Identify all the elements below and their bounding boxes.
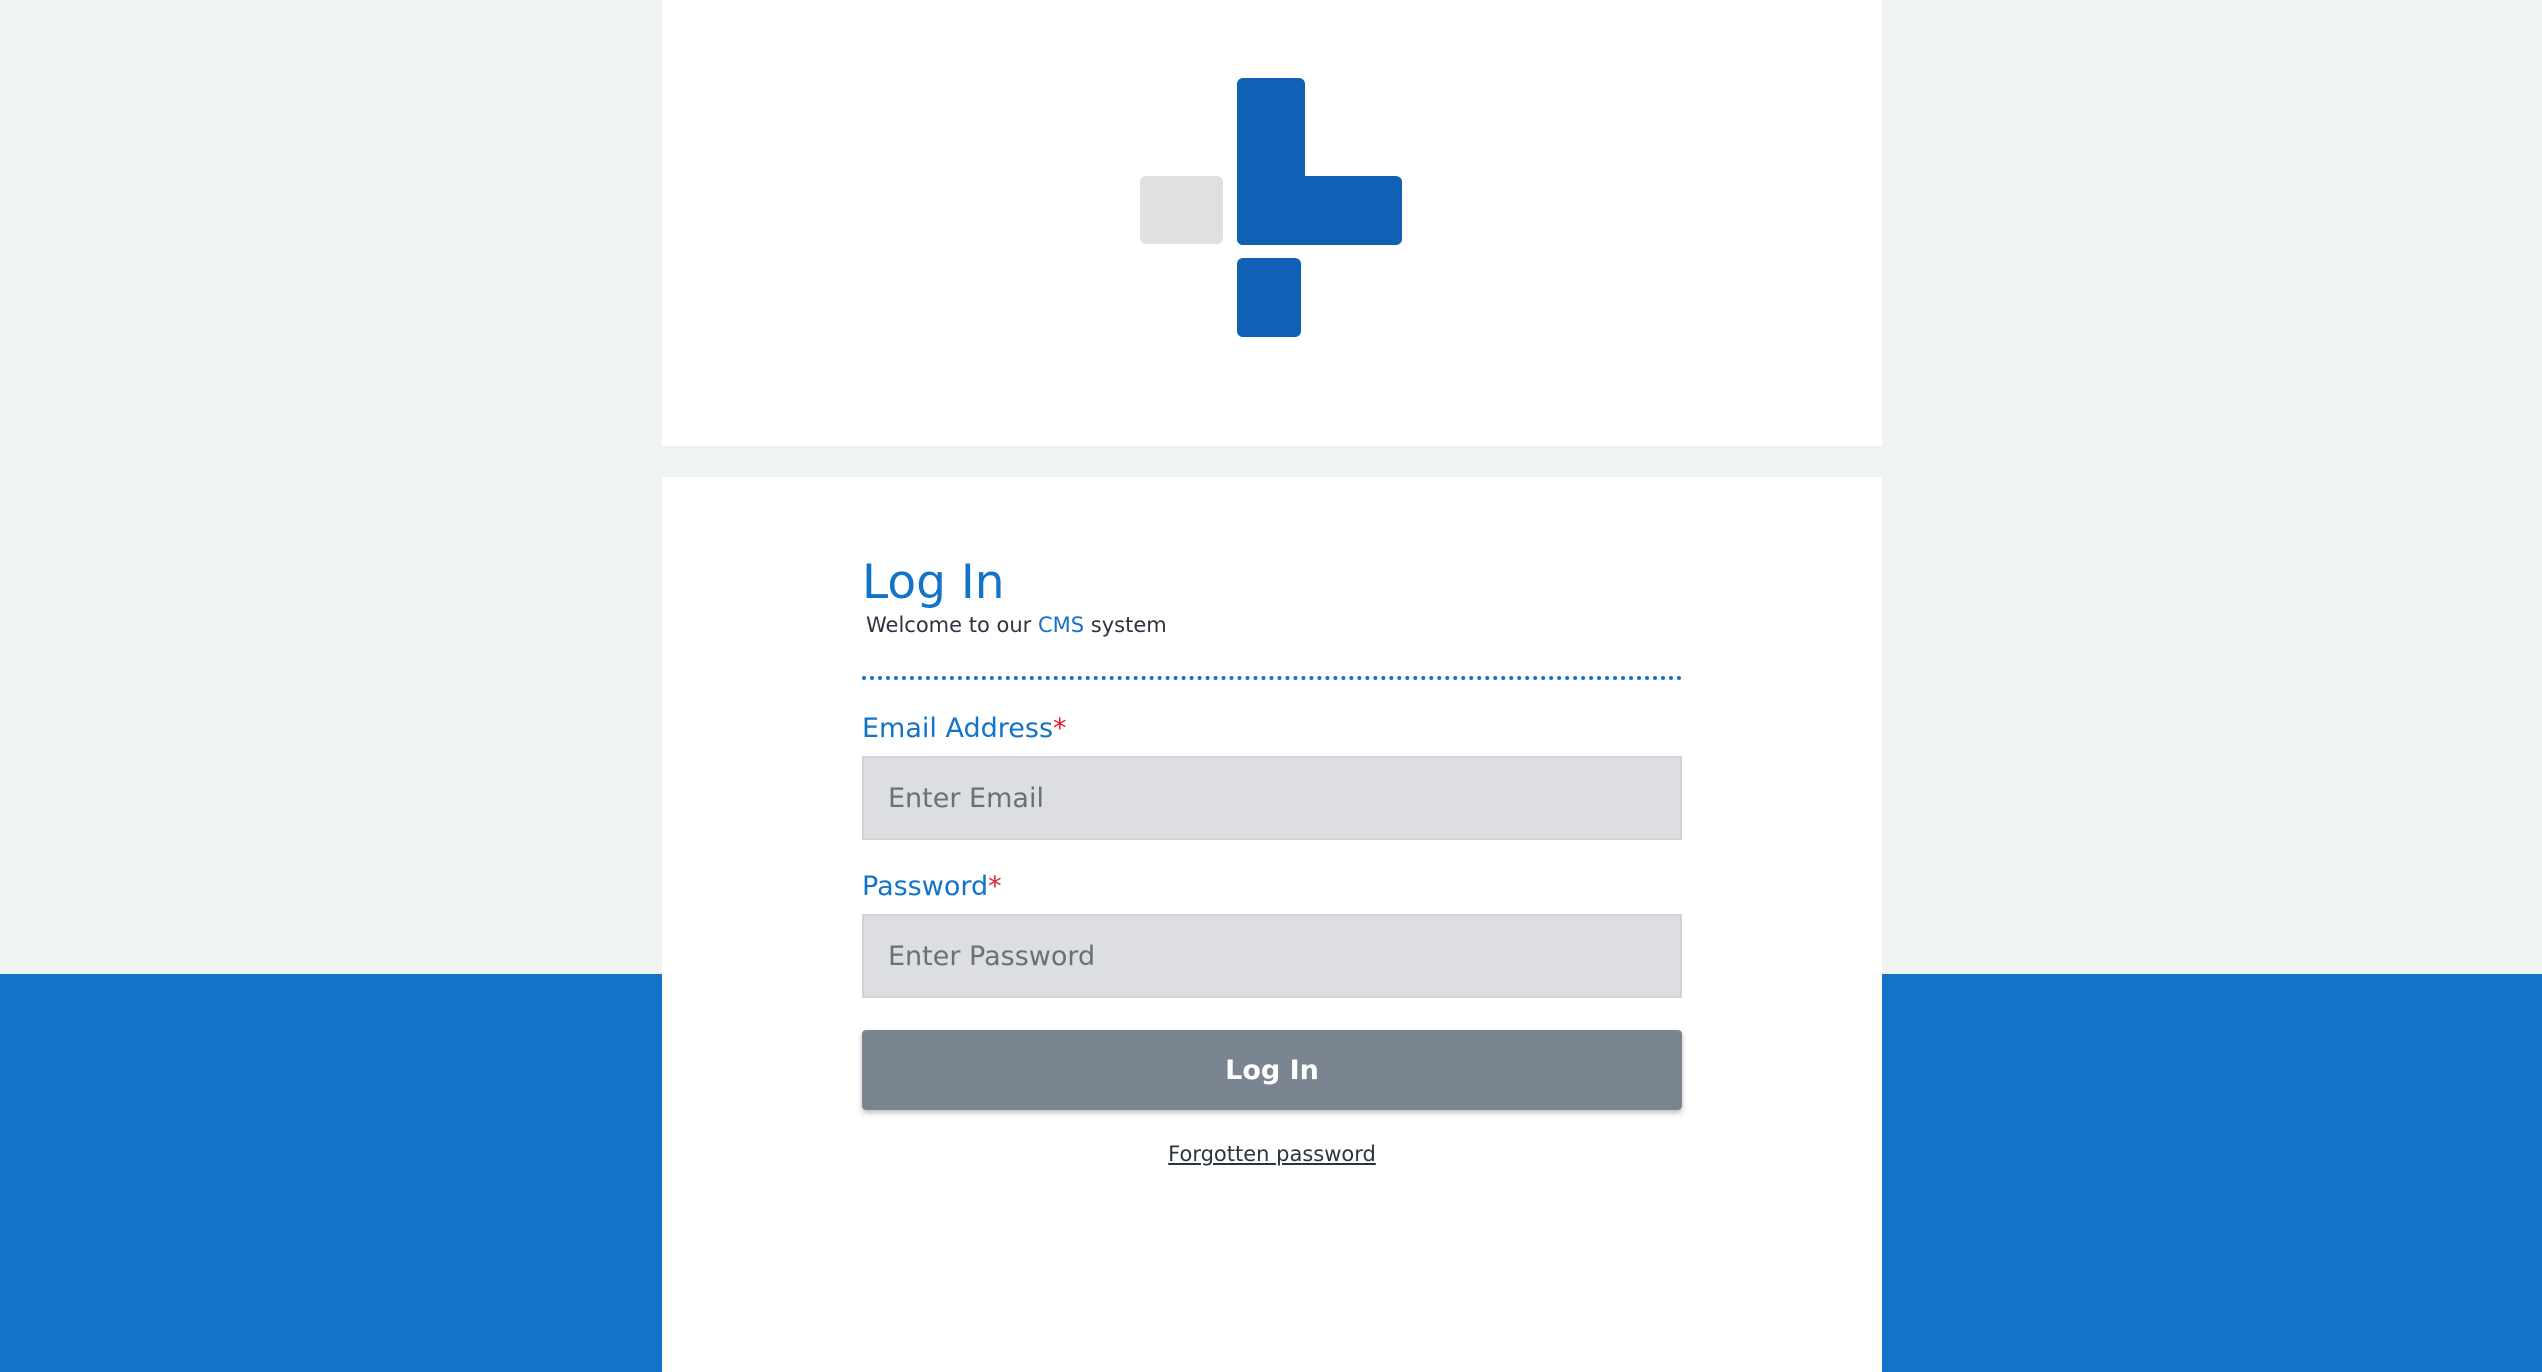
- logo-grey-block: [1140, 176, 1223, 244]
- forgotten-password-link[interactable]: Forgotten password: [862, 1142, 1682, 1166]
- welcome-suffix: system: [1090, 613, 1167, 637]
- required-asterisk: *: [988, 871, 1002, 902]
- login-button[interactable]: Log In: [862, 1030, 1682, 1110]
- welcome-cms-highlight: CMS: [1037, 613, 1085, 637]
- dotted-divider: [862, 676, 1682, 680]
- password-field[interactable]: [862, 914, 1682, 998]
- required-asterisk: *: [1053, 713, 1067, 744]
- email-field[interactable]: [862, 756, 1682, 840]
- password-label-text: Password: [862, 871, 989, 902]
- password-label: Password*: [862, 871, 1002, 902]
- logo-blue-lower-block: [1237, 258, 1301, 337]
- welcome-prefix: Welcome to our: [866, 613, 1032, 637]
- welcome-text: Welcome to our CMS system: [866, 613, 1167, 637]
- email-label: Email Address*: [862, 713, 1067, 744]
- logo-blue-right-block: [1237, 176, 1402, 245]
- logo-panel: [662, 0, 1882, 446]
- page-title: Log In: [862, 555, 1005, 610]
- plus-shaped-logo-icon: [662, 0, 1882, 446]
- login-form-panel: Log In Welcome to our CMS system Email A…: [662, 477, 1882, 1372]
- email-label-text: Email Address: [862, 713, 1054, 744]
